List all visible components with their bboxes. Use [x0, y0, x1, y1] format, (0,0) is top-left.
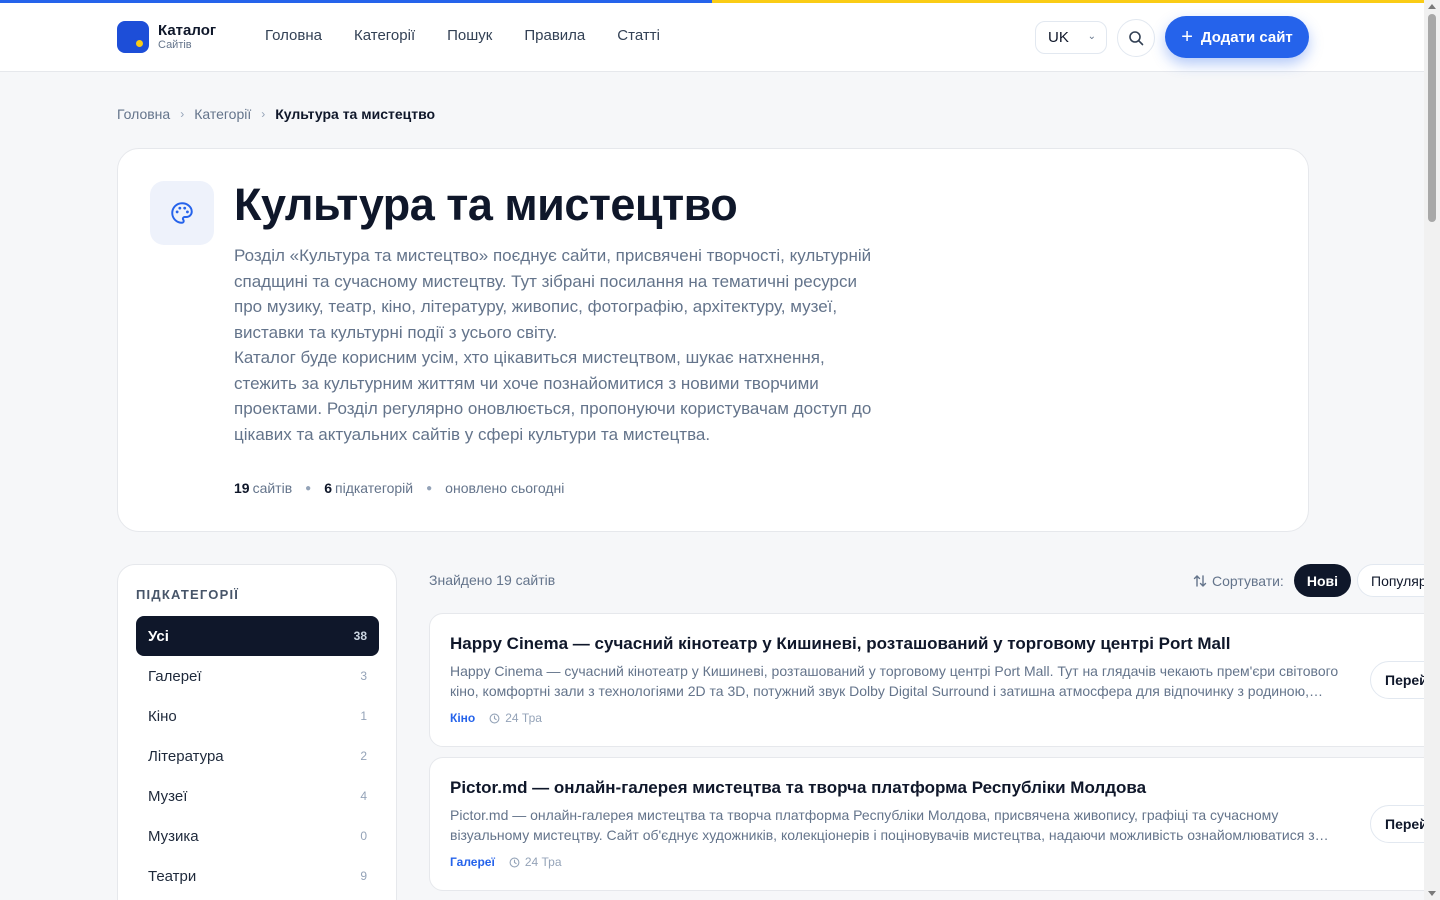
breadcrumb-home[interactable]: Головна	[117, 106, 170, 122]
nav-categories[interactable]: Категорії	[354, 27, 415, 44]
sort-label-text: Сортувати:	[1212, 572, 1284, 589]
sidebar-item-label: Література	[148, 747, 224, 765]
breadcrumb-current: Культура та мистецтво	[275, 106, 436, 122]
breadcrumb: Головна › Категорії › Культура та мистец…	[117, 106, 435, 122]
palette-icon	[150, 181, 214, 245]
scrollbar-thumb[interactable]	[1428, 14, 1436, 222]
page-title: Культура та мистецтво	[234, 179, 738, 230]
site-card-date: 24 Тра	[489, 711, 542, 725]
stat-separator: ●	[426, 482, 433, 494]
sites-count: 19	[234, 480, 250, 496]
language-select[interactable]: UK ⌄	[1035, 21, 1107, 54]
subcategories-count: 6	[324, 480, 332, 496]
sidebar-heading: ПІДКАТЕГОРІЇ	[136, 587, 240, 602]
sidebar-item-count: 3	[360, 669, 367, 683]
site-card-description: Happy Cinema — сучасний кінотеатр у Киши…	[450, 663, 1339, 699]
site-card-tag[interactable]: Кіно	[450, 711, 475, 725]
site-card-meta: Кіно 24 Тра	[450, 711, 542, 725]
site-card-title[interactable]: Happy Cinema — сучасний кінотеатр у Киши…	[450, 634, 1230, 654]
logo-subtitle: Сайтів	[158, 39, 192, 51]
updated-status: оновлено сьогодні	[445, 480, 565, 496]
site-card-description: Pictor.md — онлайн-галерея мистецтва та …	[450, 807, 1315, 843]
sidebar-item-all[interactable]: Усі 38	[136, 616, 379, 656]
description-paragraph-1: Розділ «Культура та мистецтво» поєднує с…	[234, 246, 872, 342]
sidebar-item-museums[interactable]: Музеї 4	[136, 776, 379, 816]
chevron-right-icon: ›	[180, 107, 185, 121]
sort-new-button[interactable]: Нові	[1293, 564, 1351, 597]
breadcrumb-categories[interactable]: Категорії	[194, 106, 251, 122]
sidebar-item-label: Музеї	[148, 787, 188, 805]
category-hero: Культура та мистецтво Розділ «Культура т…	[117, 148, 1309, 532]
site-card-tag[interactable]: Галереї	[450, 855, 495, 869]
sidebar-item-count: 9	[360, 869, 367, 883]
scroll-down-icon[interactable]	[1428, 891, 1436, 896]
sidebar-item-label: Театри	[148, 867, 197, 885]
subcategory-list: Усі 38 Галереї 3 Кіно 1 Література 2 Муз…	[136, 616, 379, 896]
sidebar-item-literature[interactable]: Література 2	[136, 736, 379, 776]
clock-icon	[489, 713, 500, 723]
category-description: Розділ «Культура та мистецтво» поєднує с…	[234, 243, 884, 447]
sidebar-item-theatres[interactable]: Театри 9	[136, 856, 379, 896]
sort-controls: Сортувати: Нові Популярні	[1193, 564, 1440, 597]
sidebar-item-galleries[interactable]: Галереї 3	[136, 656, 379, 696]
sidebar-item-label: Кіно	[148, 707, 177, 725]
sidebar-item-label: Музика	[148, 827, 199, 845]
plus-icon: +	[1181, 26, 1193, 48]
site-logo[interactable]: Каталог Сайтів	[117, 21, 216, 53]
site-card-date-text: 24 Тра	[524, 855, 562, 869]
language-value: UK	[1048, 29, 1069, 46]
nav-home[interactable]: Головна	[265, 27, 322, 44]
subcategories-count-label: підкатегорій	[335, 480, 414, 496]
nav-rules[interactable]: Правила	[524, 27, 585, 44]
sites-count-label: сайтів	[252, 480, 293, 496]
category-stats: 19 сайтів ● 6 підкатегорій ● оновлено сь…	[234, 480, 564, 496]
logo-mark-icon	[117, 21, 149, 53]
sidebar-item-count: 2	[360, 749, 367, 763]
sidebar-item-music[interactable]: Музика 0	[136, 816, 379, 856]
site-card-date: 24 Тра	[509, 855, 562, 869]
site-card-date-text: 24 Тра	[505, 711, 542, 725]
clock-icon	[509, 857, 520, 867]
top-header: Каталог Сайтів Головна Категорії Пошук П…	[0, 3, 1424, 72]
site-card[interactable]: Pictor.md — онлайн-галерея мистецтва та …	[429, 757, 1440, 891]
sidebar-item-count: 0	[360, 829, 367, 843]
search-icon	[1129, 31, 1144, 46]
sidebar-item-label: Галереї	[148, 667, 202, 685]
sidebar-item-count: 1	[360, 709, 367, 723]
main-nav: Головна Категорії Пошук Правила Статті	[265, 27, 692, 44]
description-paragraph-2: Каталог буде корисним усім, хто цікавить…	[234, 348, 872, 444]
add-site-label: Додати сайт	[1200, 28, 1293, 46]
subcategories-sidebar: ПІДКАТЕГОРІЇ Усі 38 Галереї 3 Кіно 1 Літ…	[117, 564, 397, 900]
site-card[interactable]: Happy Cinema — сучасний кінотеатр у Киши…	[429, 613, 1440, 747]
logo-title: Каталог	[158, 22, 217, 39]
sort-label: Сортувати:	[1193, 573, 1284, 589]
results-count: Знайдено 19 сайтів	[429, 572, 556, 588]
sidebar-item-cinema[interactable]: Кіно 1	[136, 696, 379, 736]
nav-search[interactable]: Пошук	[447, 27, 492, 44]
page-scrollbar[interactable]	[1424, 0, 1440, 900]
nav-articles[interactable]: Статті	[617, 27, 660, 44]
sidebar-item-count: 4	[360, 789, 367, 803]
sidebar-item-count: 38	[353, 629, 367, 643]
site-card-title[interactable]: Pictor.md — онлайн-галерея мистецтва та …	[450, 778, 1146, 798]
stat-separator: ●	[305, 482, 312, 494]
sidebar-item-label: Усі	[148, 627, 169, 645]
site-card-meta: Галереї 24 Тра	[450, 855, 562, 869]
chevron-right-icon: ›	[261, 107, 266, 121]
add-site-button[interactable]: + Додати сайт	[1165, 16, 1309, 58]
sort-arrows-icon	[1193, 574, 1207, 587]
scroll-up-icon[interactable]	[1428, 4, 1436, 9]
chevron-down-icon: ⌄	[1087, 31, 1096, 42]
search-button[interactable]	[1117, 19, 1155, 57]
